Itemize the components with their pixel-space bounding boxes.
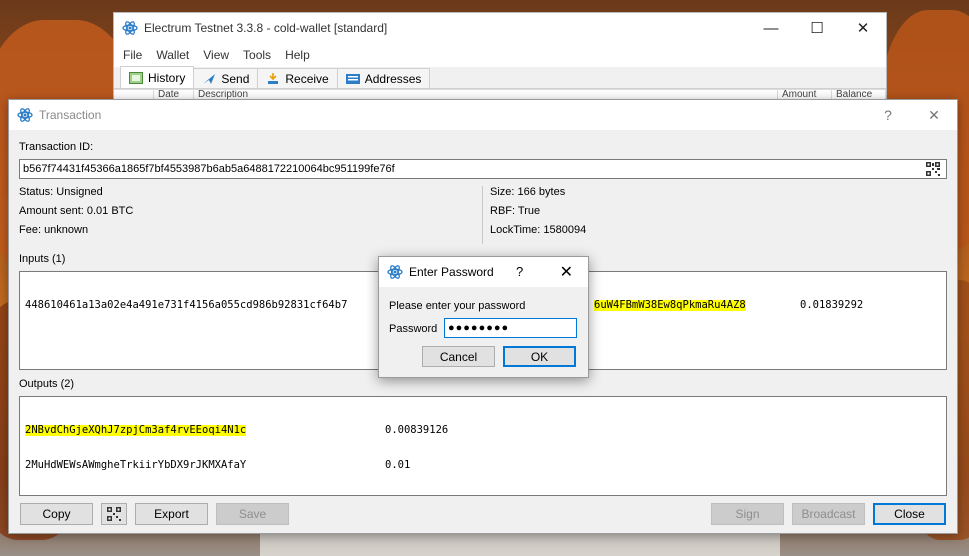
copy-button[interactable]: Copy	[20, 503, 93, 525]
maximize-button[interactable]: ☐	[794, 13, 840, 43]
menu-bar: File Wallet View Tools Help	[114, 43, 886, 67]
input-outpoint: 448610461a13a02e4a491e731f4156a055cd986b…	[25, 299, 348, 311]
output-row[interactable]: 2MuHdWEWsAWmgheTrkiirYbDX9rJKMXAfaY 0.01	[25, 460, 941, 471]
output-row[interactable]: 2NBvdChGjeXQhJ7zpjCm3af4rvEEoqi4N1c 0.00…	[25, 425, 941, 436]
electrum-logo-icon	[122, 21, 138, 35]
password-label: Password	[389, 323, 438, 335]
electrum-logo-icon	[17, 108, 33, 122]
inputs-label: Inputs (1)	[19, 253, 66, 265]
cancel-button[interactable]: Cancel	[422, 346, 495, 367]
main-titlebar: Electrum Testnet 3.3.8 - cold-wallet [st…	[114, 13, 886, 43]
menu-wallet[interactable]: Wallet	[153, 48, 192, 62]
close-window-button[interactable]: ✕	[840, 13, 886, 43]
tab-addresses-label: Addresses	[364, 71, 422, 86]
txid-field[interactable]: b567f74431f45366a1865f7bf4553987b6ab5a64…	[19, 159, 947, 179]
save-button[interactable]: Save	[216, 503, 289, 525]
output-amount: 0.01	[385, 459, 411, 471]
tab-addresses[interactable]: Addresses	[336, 68, 431, 88]
transaction-dialog-title: Transaction	[39, 108, 102, 122]
tab-receive[interactable]: Receive	[257, 68, 338, 88]
outputs-list[interactable]: 2NBvdChGjeXQhJ7zpjCm3af4rvEEoqi4N1c 0.00…	[19, 396, 947, 496]
output-address: 2NBvdChGjeXQhJ7zpjCm3af4rvEEoqi4N1c	[25, 424, 247, 436]
transaction-dialog-titlebar: Transaction ? ✕	[9, 100, 957, 130]
locktime-text: LockTime: 1580094	[490, 224, 587, 236]
history-table-header: Date Description Amount Balance	[114, 89, 886, 100]
addresses-icon	[345, 73, 360, 84]
password-close-button[interactable]: ✕	[560, 262, 573, 282]
password-field[interactable]: ●●●●●●●●	[444, 318, 577, 338]
minimize-button[interactable]: —	[748, 13, 794, 43]
tab-send-label: Send	[221, 71, 250, 86]
menu-file[interactable]: File	[120, 48, 145, 62]
fee-text: Fee: unknown	[19, 224, 89, 236]
sign-button[interactable]: Sign	[711, 503, 784, 525]
receive-icon	[268, 72, 279, 84]
tab-history[interactable]: History	[120, 66, 195, 88]
close-dialog-button[interactable]: ✕	[911, 100, 957, 130]
amount-sent-text: Amount sent: 0.01 BTC	[19, 205, 134, 217]
close-button[interactable]: Close	[873, 503, 946, 525]
password-dialog: Enter Password ? ✕ Please enter your pas…	[378, 256, 589, 378]
input-address: 6uW4FBmW38Ew8qPkmaRu4AZ8	[594, 299, 746, 311]
size-text: Size: 166 bytes	[490, 186, 566, 198]
tab-history-label: History	[148, 70, 186, 85]
main-window: Electrum Testnet 3.3.8 - cold-wallet [st…	[113, 12, 887, 112]
input-amount: 0.01839292	[800, 299, 864, 311]
info-divider	[482, 186, 483, 244]
rbf-text: RBF: True	[490, 205, 541, 217]
password-dialog-title: Enter Password	[409, 265, 494, 279]
help-button[interactable]: ?	[865, 100, 911, 130]
txid-label: Transaction ID:	[19, 141, 94, 153]
menu-help[interactable]: Help	[282, 48, 313, 62]
status-text: Status: Unsigned	[19, 186, 103, 198]
password-dialog-titlebar: Enter Password ? ✕	[379, 257, 588, 287]
send-icon	[203, 73, 216, 84]
menu-view[interactable]: View	[200, 48, 232, 62]
output-amount: 0.00839126	[385, 424, 449, 436]
password-help-button[interactable]: ?	[516, 264, 523, 279]
outputs-label: Outputs (2)	[19, 378, 75, 390]
export-button[interactable]: Export	[135, 503, 208, 525]
menu-tools[interactable]: Tools	[240, 48, 274, 62]
electrum-logo-icon	[387, 265, 403, 279]
main-window-title: Electrum Testnet 3.3.8 - cold-wallet [st…	[144, 21, 388, 35]
password-prompt: Please enter your password	[389, 300, 526, 312]
qr-button[interactable]	[101, 503, 127, 525]
history-icon	[129, 71, 143, 84]
broadcast-button[interactable]: Broadcast	[792, 503, 865, 525]
main-tabs: History Send Receive Addresses	[114, 66, 886, 89]
output-address: 2MuHdWEWsAWmgheTrkiirYbDX9rJKMXAfaY	[25, 459, 247, 471]
tab-send[interactable]: Send	[193, 68, 259, 88]
txid-value: b567f74431f45366a1865f7bf4553987b6ab5a64…	[23, 163, 395, 175]
ok-button[interactable]: OK	[503, 346, 576, 367]
qr-code-icon	[107, 507, 121, 521]
qr-code-icon[interactable]	[926, 162, 940, 176]
tab-receive-label: Receive	[285, 71, 329, 86]
